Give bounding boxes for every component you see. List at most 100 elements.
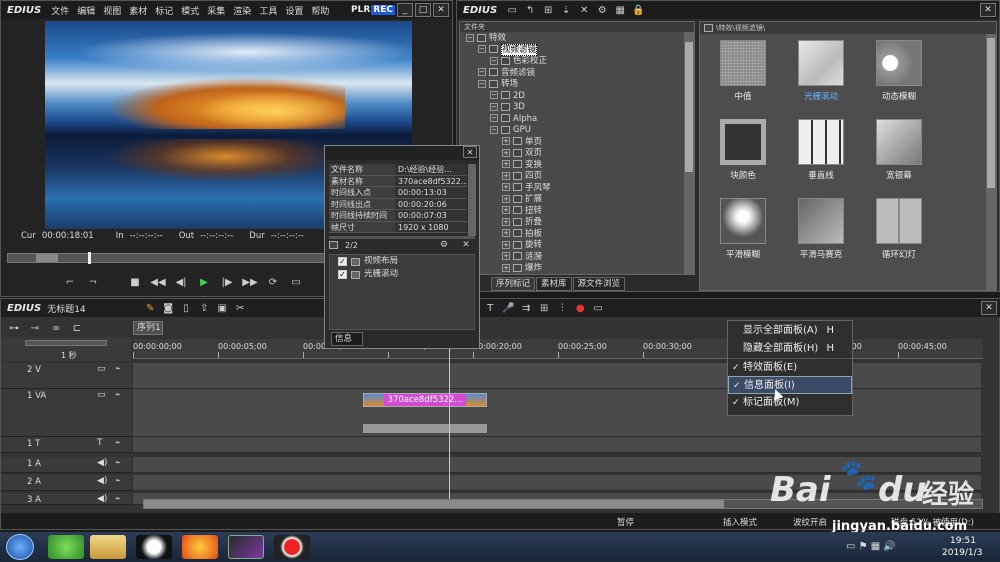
close-button[interactable]: ✕ [433, 3, 449, 17]
track-expand-icon[interactable]: ⌁ [115, 390, 120, 400]
tree-item[interactable]: − 色彩校正 [466, 56, 694, 68]
minimize-button[interactable]: _ [397, 3, 413, 17]
tree-item[interactable]: + 拍板 [466, 229, 694, 241]
effects-tab-0[interactable]: 序列标记 [491, 277, 536, 291]
menu-item-6[interactable]: 采集 [203, 7, 229, 17]
tree-item[interactable]: − GPU [466, 125, 694, 137]
effect-item[interactable]: 平滑马赛克 [782, 198, 860, 260]
scrub-handle[interactable] [36, 254, 58, 262]
tree-item[interactable]: + 双页 [466, 148, 694, 160]
view-mode-icon[interactable]: ▦ [611, 2, 629, 18]
tree-item[interactable]: − 2D [466, 91, 694, 103]
menu-item-4[interactable]: 标记 [151, 7, 177, 17]
tree-item[interactable]: − 转场 [466, 79, 694, 91]
track-lane[interactable] [133, 437, 981, 453]
menu-item-2[interactable]: 视图 [99, 7, 125, 17]
tree-item[interactable]: − 音频滤镜 [466, 68, 694, 80]
sequence-tab[interactable]: 序列1 [133, 321, 163, 335]
effect-item[interactable]: 中值 [704, 40, 782, 102]
info-tab[interactable]: 信息 [331, 332, 363, 346]
new-project-icon[interactable]: ✎ [141, 300, 159, 316]
info-scrollbar[interactable] [468, 164, 476, 236]
timeline-close-button[interactable]: ✕ [981, 301, 997, 315]
set-in-icon[interactable]: ⌐ [61, 274, 79, 290]
maximize-button[interactable]: □ [415, 3, 431, 17]
track-header[interactable]: 2 V ▭ ⌁ [1, 363, 131, 389]
scale-slider[interactable] [25, 340, 107, 346]
tree-item[interactable]: + 手风琴 [466, 183, 694, 195]
menu-item-9[interactable]: 设置 [281, 7, 307, 17]
expand-icon[interactable]: − [490, 102, 498, 111]
time-ruler[interactable]: 00:00:00;0000:00:05;0000:00:10;0000:00:1… [133, 339, 983, 359]
tree-item[interactable]: + 折叠 [466, 217, 694, 229]
folder-icon[interactable]: ▭ [503, 2, 521, 18]
render-icon[interactable]: ⇉ [517, 300, 535, 316]
expand-icon[interactable]: − [478, 45, 486, 53]
grid-scrollbar[interactable] [986, 34, 996, 290]
loop-icon[interactable]: ⟳ [264, 274, 282, 290]
rewind-icon[interactable]: ◀◀ [149, 274, 167, 290]
track-expand-icon[interactable]: ⌁ [115, 494, 120, 504]
expand-icon[interactable]: − [478, 79, 486, 88]
filter-delete-icon[interactable]: ✕ [457, 237, 475, 253]
effect-item[interactable]: 宽银幕 [860, 119, 938, 181]
expand-icon[interactable]: + [502, 183, 510, 191]
track-toggle-icon[interactable]: ◀) [97, 476, 107, 486]
stop-icon[interactable]: ■ [126, 274, 144, 290]
context-menu-item[interactable]: 显示全部面板(A) H [728, 322, 852, 340]
track-lane[interactable] [133, 363, 981, 389]
track-tool-2-icon[interactable]: ⊸ [26, 320, 44, 336]
link-icon[interactable]: ∞ [47, 320, 65, 336]
grid-icon[interactable]: ⊞ [535, 300, 553, 316]
expand-icon[interactable]: − [490, 56, 498, 65]
mic-icon[interactable]: 🎤 [499, 300, 517, 316]
track-lane[interactable] [133, 389, 981, 437]
effect-item[interactable]: 光栅滚动 [782, 40, 860, 102]
taskbar-firefox-icon[interactable] [182, 535, 218, 559]
expand-icon[interactable]: + [502, 240, 510, 249]
open-icon[interactable]: ⇪ [195, 300, 213, 316]
tree-scrollbar[interactable] [684, 32, 694, 274]
filter-settings-icon[interactable]: ⚙ [435, 237, 453, 253]
step-forward-icon[interactable]: |▶ [218, 274, 236, 290]
timeline-playhead[interactable] [449, 339, 450, 507]
menu-item-0[interactable]: 文件 [47, 7, 73, 17]
clip-audio-bar[interactable] [363, 424, 487, 433]
expand-icon[interactable]: − [490, 125, 498, 134]
expand-icon[interactable]: + [502, 194, 510, 203]
playhead-marker[interactable] [88, 252, 91, 264]
track-toggle-icon[interactable]: ◀) [97, 458, 107, 468]
record-icon[interactable]: ● [571, 300, 589, 316]
effect-item[interactable]: 循环幻灯 [860, 198, 938, 260]
context-menu-item[interactable]: ✓ 标记面板(M) [728, 394, 852, 412]
delete-icon[interactable]: ✕ [575, 2, 593, 18]
filter-item[interactable]: ✓ 视频布局 [330, 255, 474, 268]
track-expand-icon[interactable]: ⌁ [115, 364, 120, 374]
tree-item[interactable]: − Alpha [466, 114, 694, 126]
expand-icon[interactable]: + [502, 171, 510, 180]
effect-item[interactable]: 平滑模糊 [704, 198, 782, 260]
track-toggle-icon[interactable]: T [97, 438, 103, 448]
expand-icon[interactable]: + [502, 229, 510, 237]
taskbar-recorder-icon[interactable] [274, 535, 310, 559]
filter-checkbox[interactable]: ✓ [338, 270, 347, 279]
tree-item[interactable]: + 扩展 [466, 194, 694, 206]
tree-item[interactable]: + 涟漪 [466, 252, 694, 264]
output-icon[interactable]: ▭ [287, 274, 305, 290]
expand-icon[interactable]: + [502, 206, 510, 214]
menu-item-1[interactable]: 编辑 [73, 7, 99, 17]
track-expand-icon[interactable]: ⌁ [115, 458, 120, 468]
filter-item[interactable]: ✓ 光栅滚动 [330, 268, 474, 281]
plr-label[interactable]: PLR [351, 5, 370, 15]
expand-icon[interactable]: − [478, 68, 486, 76]
expand-icon[interactable]: − [490, 91, 498, 99]
lock-icon[interactable]: 🔒 [629, 2, 647, 18]
effects-tab-2[interactable]: 源文件浏览 [572, 277, 626, 291]
track-expand-icon[interactable]: ⌁ [115, 476, 120, 486]
cut-icon[interactable]: ✂ [231, 300, 249, 316]
expand-icon[interactable]: + [502, 160, 510, 168]
tree-item[interactable]: − 3D [466, 102, 694, 114]
title-icon[interactable]: T [481, 300, 499, 316]
tree-item[interactable]: + 爆炸 [466, 263, 694, 275]
context-menu-item[interactable]: ✓ 特效面板(E) [728, 358, 852, 376]
